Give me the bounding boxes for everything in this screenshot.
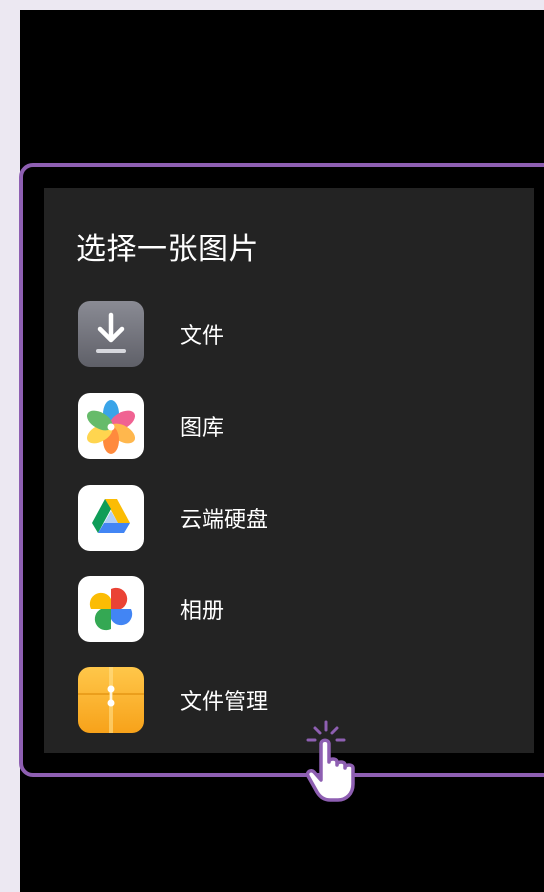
highlight-frame — [19, 163, 544, 777]
tap-hand-cursor-icon — [298, 718, 368, 804]
